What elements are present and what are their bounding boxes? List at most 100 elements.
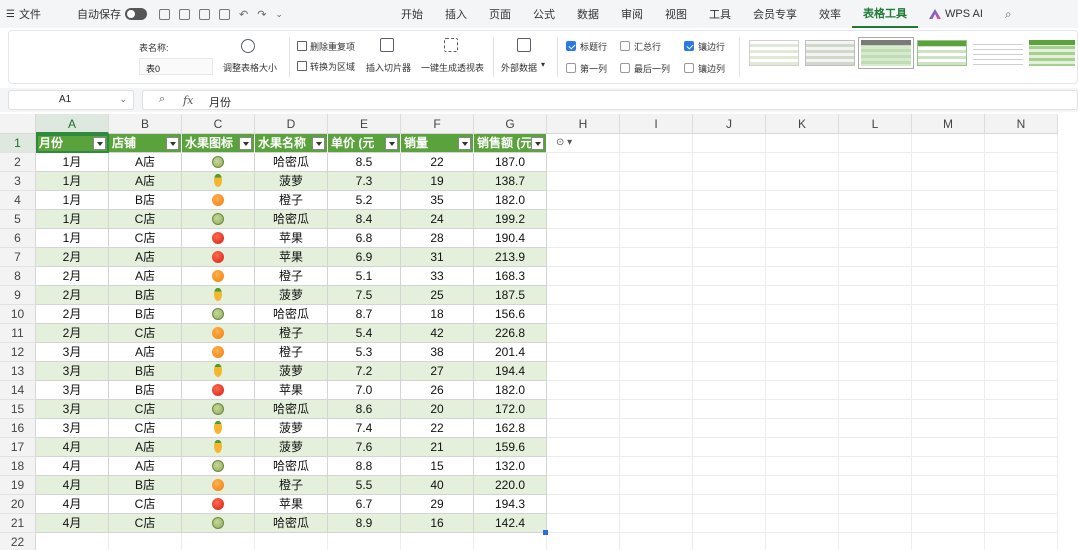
table-cell-store[interactable]: C店 <box>109 400 182 419</box>
table-cell-icon[interactable] <box>182 210 255 229</box>
empty-cell[interactable] <box>620 514 693 533</box>
external-data-button[interactable]: 外部数据 <box>501 61 537 74</box>
table-cell-sales[interactable]: 159.6 <box>474 438 547 457</box>
filter-dropdown-icon[interactable] <box>385 137 398 150</box>
empty-cell[interactable] <box>912 419 985 438</box>
empty-cell[interactable] <box>693 134 766 153</box>
table-cell-sales[interactable]: 199.2 <box>474 210 547 229</box>
empty-cell[interactable] <box>547 362 620 381</box>
row-header-19[interactable]: 19 <box>0 476 36 495</box>
row-header-12[interactable]: 12 <box>0 343 36 362</box>
filter-dropdown-icon[interactable] <box>458 137 471 150</box>
empty-cell[interactable] <box>693 362 766 381</box>
empty-cell[interactable] <box>985 305 1058 324</box>
table-cell-sales[interactable]: 220.0 <box>474 476 547 495</box>
redo-icon[interactable]: ↷ <box>257 8 266 21</box>
table-cell-store[interactable]: A店 <box>109 457 182 476</box>
empty-cell[interactable] <box>912 210 985 229</box>
empty-cell[interactable] <box>912 438 985 457</box>
empty-cell[interactable] <box>693 324 766 343</box>
remove-duplicates-button[interactable]: 删除重复项 <box>310 40 355 53</box>
empty-cell[interactable] <box>693 286 766 305</box>
select-all-corner[interactable] <box>0 114 36 134</box>
empty-cell[interactable] <box>985 362 1058 381</box>
empty-cell[interactable] <box>693 476 766 495</box>
empty-cell[interactable] <box>547 153 620 172</box>
empty-cell[interactable] <box>547 248 620 267</box>
empty-cell[interactable] <box>839 153 912 172</box>
empty-cell[interactable] <box>766 286 839 305</box>
table-cell-qty[interactable]: 22 <box>401 419 474 438</box>
row-header-10[interactable]: 10 <box>0 305 36 324</box>
table-style-3[interactable] <box>858 37 914 69</box>
wps-ai-button[interactable]: WPS AI <box>918 0 994 28</box>
row-header-4[interactable]: 4 <box>0 191 36 210</box>
table-cell-fruit[interactable]: 苹果 <box>255 495 328 514</box>
empty-cell[interactable] <box>401 533 474 550</box>
empty-cell[interactable] <box>693 514 766 533</box>
empty-cell[interactable] <box>985 476 1058 495</box>
tab-insert[interactable]: 插入 <box>434 0 478 28</box>
table-cell-icon[interactable] <box>182 438 255 457</box>
filter-dropdown-icon[interactable] <box>239 137 252 150</box>
row-header-14[interactable]: 14 <box>0 381 36 400</box>
empty-cell[interactable] <box>547 438 620 457</box>
empty-cell[interactable] <box>912 362 985 381</box>
empty-cell[interactable] <box>620 400 693 419</box>
table-cell-icon[interactable] <box>182 343 255 362</box>
empty-cell[interactable] <box>547 305 620 324</box>
empty-cell[interactable] <box>693 533 766 550</box>
empty-cell[interactable] <box>547 191 620 210</box>
table-header-cell[interactable]: 水果图标 <box>182 134 255 153</box>
header-row-checkbox[interactable] <box>566 41 576 51</box>
table-cell-store[interactable]: C店 <box>109 514 182 533</box>
empty-cell[interactable] <box>620 495 693 514</box>
empty-cell[interactable] <box>985 286 1058 305</box>
empty-cell[interactable] <box>693 400 766 419</box>
table-cell-qty[interactable]: 18 <box>401 305 474 324</box>
empty-cell[interactable] <box>912 457 985 476</box>
empty-cell[interactable] <box>839 438 912 457</box>
empty-cell[interactable] <box>766 419 839 438</box>
empty-cell[interactable] <box>839 343 912 362</box>
table-cell-price[interactable]: 7.6 <box>328 438 401 457</box>
empty-cell[interactable] <box>912 495 985 514</box>
table-cell-qty[interactable]: 42 <box>401 324 474 343</box>
empty-cell[interactable] <box>693 457 766 476</box>
total-row-checkbox[interactable] <box>620 41 630 51</box>
table-cell-qty[interactable]: 24 <box>401 210 474 229</box>
empty-cell[interactable] <box>912 533 985 550</box>
empty-cell[interactable] <box>693 381 766 400</box>
empty-cell[interactable] <box>912 191 985 210</box>
empty-cell[interactable] <box>839 229 912 248</box>
column-header-k[interactable]: K <box>766 114 839 134</box>
table-cell-fruit[interactable]: 菠萝 <box>255 172 328 191</box>
empty-cell[interactable] <box>547 210 620 229</box>
table-cell-icon[interactable] <box>182 362 255 381</box>
table-cell-price[interactable]: 8.4 <box>328 210 401 229</box>
table-cell-month[interactable]: 2月 <box>36 324 109 343</box>
empty-cell[interactable] <box>985 267 1058 286</box>
empty-cell[interactable] <box>547 229 620 248</box>
table-header-cell[interactable]: 店铺 <box>109 134 182 153</box>
table-cell-price[interactable]: 5.2 <box>328 191 401 210</box>
convert-to-range-button[interactable]: 转换为区域 <box>310 60 355 73</box>
table-cell-price[interactable]: 7.5 <box>328 286 401 305</box>
resize-table-button[interactable]: 调整表格大小 <box>223 61 277 74</box>
empty-cell[interactable] <box>839 381 912 400</box>
row-header-2[interactable]: 2 <box>0 153 36 172</box>
table-cell-fruit[interactable]: 哈密瓜 <box>255 400 328 419</box>
empty-cell[interactable] <box>547 267 620 286</box>
empty-cell[interactable] <box>547 172 620 191</box>
empty-cell[interactable] <box>839 514 912 533</box>
column-header-i[interactable]: I <box>620 114 693 134</box>
table-cell-store[interactable]: C店 <box>109 324 182 343</box>
table-style-6[interactable] <box>1029 40 1075 66</box>
table-cell-icon[interactable] <box>182 495 255 514</box>
table-cell-month[interactable]: 4月 <box>36 457 109 476</box>
empty-cell[interactable] <box>36 533 109 550</box>
empty-cell[interactable] <box>985 438 1058 457</box>
empty-cell[interactable] <box>766 210 839 229</box>
empty-cell[interactable] <box>839 362 912 381</box>
table-cell-fruit[interactable]: 橙子 <box>255 191 328 210</box>
